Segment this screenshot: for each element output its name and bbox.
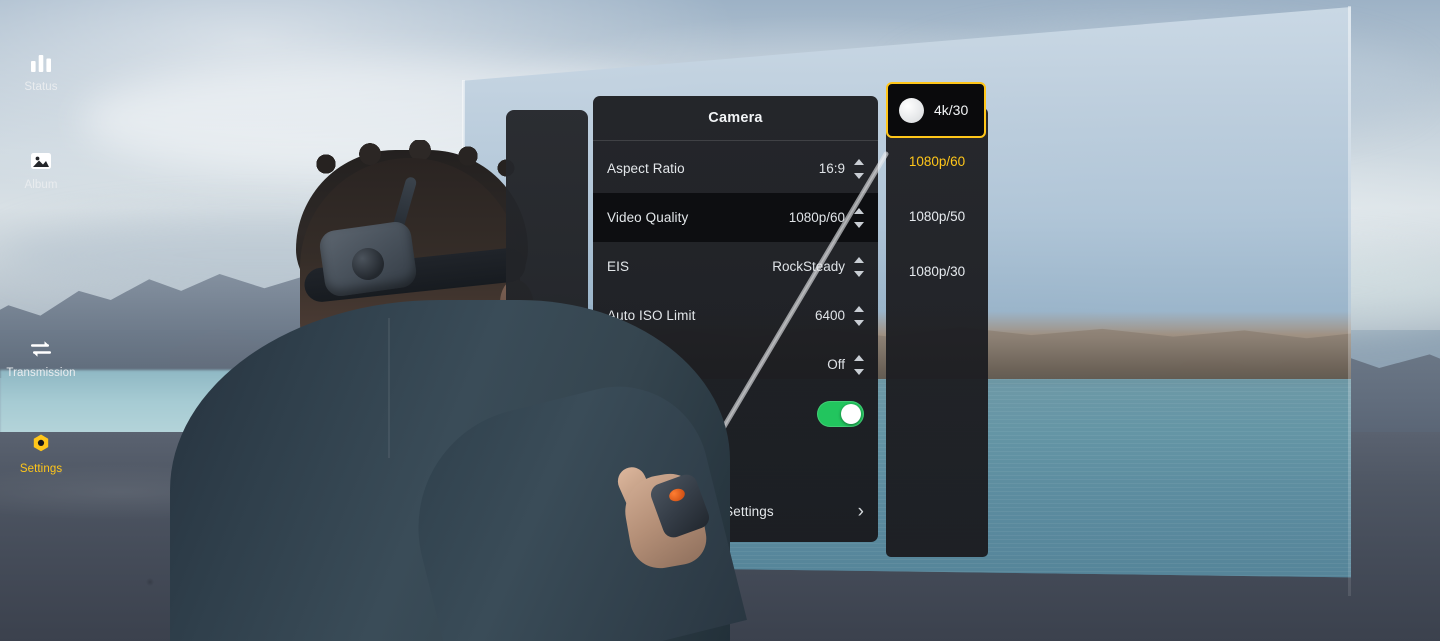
video-quality-dropdown: 1080p/60 1080p/50 1080p/30 xyxy=(886,108,988,557)
stepper-icon[interactable] xyxy=(853,305,864,326)
toggle-knob xyxy=(841,403,861,424)
stepper-icon[interactable] xyxy=(853,207,864,228)
sidebar-item-album[interactable]: Album xyxy=(0,146,82,191)
row-aspect-ratio[interactable]: Aspect Ratio 16:9 xyxy=(593,144,878,193)
chevron-right-icon: › xyxy=(857,501,864,522)
center-point-toggle[interactable] xyxy=(817,400,864,427)
stepper-icon[interactable] xyxy=(853,158,864,179)
dropdown-option-1080p50[interactable]: 1080p/50 xyxy=(886,189,988,244)
row-value: 16:9 xyxy=(818,161,845,176)
row-value: 1080p/60 xyxy=(788,210,845,225)
sidebar-item-status[interactable]: Status xyxy=(0,48,82,93)
sidebar-item-label: Album xyxy=(24,179,58,191)
sidebar-item-transmission[interactable]: Transmission xyxy=(0,334,82,379)
radio-filled-icon xyxy=(899,97,924,123)
dropdown-selected-label: 4k/30 xyxy=(934,102,969,118)
divider xyxy=(593,140,878,141)
row-video-quality[interactable]: Video Quality 1080p/60 xyxy=(593,193,878,242)
transfer-icon xyxy=(0,334,82,364)
sidebar-item-label: Transmission xyxy=(6,367,76,379)
dropdown-selected-4k30[interactable]: 4k/30 xyxy=(886,82,986,138)
row-label: EIS xyxy=(607,259,630,274)
stepper-icon[interactable] xyxy=(853,354,864,375)
gear-icon xyxy=(0,430,82,460)
dropdown-option-label: 1080p/60 xyxy=(908,154,966,169)
dropdown-option-label: 1080p/30 xyxy=(908,264,966,279)
row-eis[interactable]: EIS RockSteady xyxy=(593,242,878,291)
sidebar-item-label: Status xyxy=(24,81,58,93)
screenshot-stage: Status Album Transmission Settings Camer… xyxy=(0,0,1440,641)
dropdown-option-1080p30[interactable]: 1080p/30 xyxy=(886,244,988,299)
dropdown-option-label: 1080p/50 xyxy=(908,209,966,224)
sidebar-item-settings[interactable]: Settings xyxy=(0,430,82,475)
row-value: RockSteady xyxy=(772,259,845,274)
row-label: Video Quality xyxy=(607,210,689,225)
row-value: Off xyxy=(827,357,845,372)
row-value: 6400 xyxy=(814,308,845,323)
sidebar-item-label: Settings xyxy=(19,463,63,475)
dropdown-option-1080p60[interactable]: 1080p/60 xyxy=(886,134,988,189)
stepper-icon[interactable] xyxy=(853,256,864,277)
virtual-screen-right-edge xyxy=(1348,6,1351,596)
row-label: Aspect Ratio xyxy=(607,161,685,176)
image-icon xyxy=(0,146,82,176)
bar-chart-icon xyxy=(0,48,82,78)
page-title: Camera xyxy=(708,110,763,126)
